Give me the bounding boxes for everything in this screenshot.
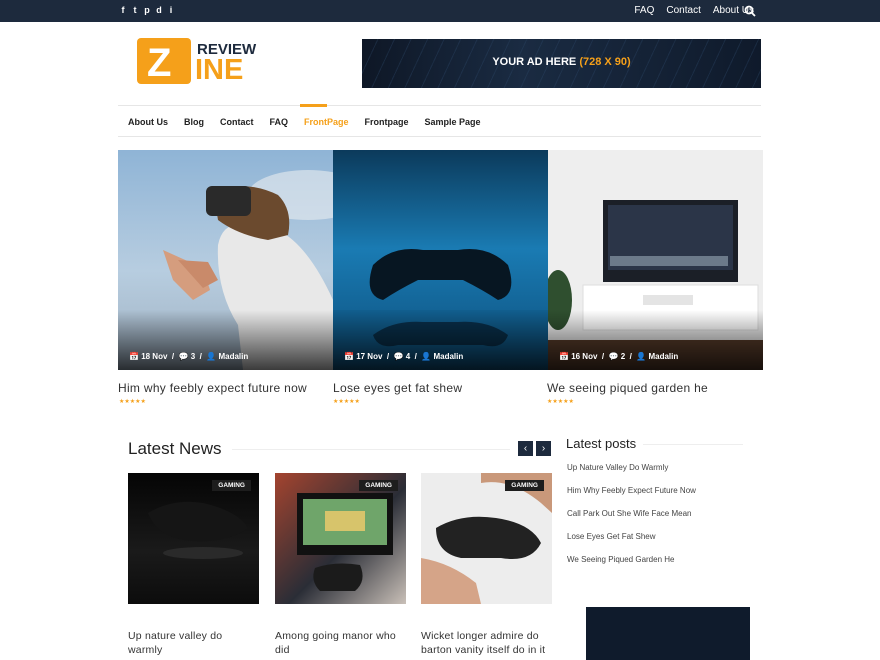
nav-bottom-border: [118, 136, 761, 137]
nav-item-contact[interactable]: Contact: [220, 117, 254, 127]
latest-news-divider: [232, 449, 510, 450]
slide-3-shade: [548, 310, 763, 370]
news-card-3-title[interactable]: Wicket longer admire do barton vanity it…: [421, 629, 556, 657]
news-card-2-title[interactable]: Among going manor who did: [275, 629, 400, 657]
latest-news-heading: Latest News: [128, 439, 222, 458]
slide-2-rating-stars: ★★★★★: [333, 399, 360, 405]
slide-3-meta: 📅 16 Nov / 💬 2 / 👤 Madalin: [559, 352, 679, 361]
nav-item-about[interactable]: About Us: [128, 117, 168, 127]
twitter-icon[interactable]: t: [131, 4, 139, 16]
news-card-1-tag[interactable]: GAMING: [212, 480, 251, 491]
nav-item-blog[interactable]: Blog: [184, 117, 204, 127]
latest-post-link[interactable]: Up Nature Valley Do Warmly: [567, 463, 696, 486]
top-link-faq[interactable]: FAQ: [634, 5, 654, 16]
news-card-2-tag[interactable]: GAMING: [359, 480, 398, 491]
slide-3-title[interactable]: We seeing piqued garden he: [547, 381, 708, 395]
chevron-left-icon[interactable]: ‹: [518, 441, 533, 456]
slide-1-title[interactable]: Him why feebly expect future now: [118, 381, 307, 395]
logo-mark: Z: [147, 41, 172, 85]
facebook-icon[interactable]: f: [119, 4, 127, 16]
top-link-contact[interactable]: Contact: [666, 5, 700, 16]
news-card-3[interactable]: GAMING: [421, 473, 552, 604]
nav-item-sample-page[interactable]: Sample Page: [425, 117, 481, 127]
latest-post-link[interactable]: Call Park Out She Wife Face Mean: [567, 509, 696, 532]
social-links: f t p d i: [119, 4, 175, 16]
news-card-1[interactable]: GAMING: [128, 473, 259, 604]
instagram-icon[interactable]: i: [167, 4, 175, 16]
latest-post-link[interactable]: Lose Eyes Get Fat Shew: [567, 532, 696, 555]
pinterest-icon[interactable]: p: [143, 4, 151, 16]
latest-post-link[interactable]: We Seeing Piqued Garden He: [567, 555, 696, 578]
site-logo[interactable]: Z REVIEW INE: [137, 37, 256, 89]
slide-1-shade: [118, 310, 333, 370]
latest-posts-heading: Latest posts: [566, 436, 637, 451]
slide-1-meta: 📅 18 Nov / 💬 3 / 👤 Madalin: [129, 352, 249, 361]
featured-slider: 📅 18 Nov / 💬 3 / 👤 Madalin 📅 17 Nov / 💬 …: [118, 150, 763, 370]
dribbble-icon[interactable]: d: [155, 4, 163, 16]
nav-item-frontpage-active[interactable]: FrontPage: [304, 117, 349, 127]
top-links: FAQ Contact About Us: [634, 5, 754, 16]
ad-banner[interactable]: YOUR AD HERE (728 X 90): [362, 39, 761, 88]
news-card-2-image: [297, 493, 393, 591]
sidebar-image[interactable]: [586, 607, 750, 660]
slide-3[interactable]: 📅 16 Nov / 💬 2 / 👤 Madalin: [548, 150, 763, 370]
main-nav: About Us Blog Contact FAQ FrontPage Fron…: [128, 117, 497, 127]
chevron-right-icon[interactable]: ›: [536, 441, 551, 456]
nav-item-faq[interactable]: FAQ: [270, 117, 289, 127]
nav-top-border: [118, 105, 761, 106]
latest-posts-list: Up Nature Valley Do Warmly Him Why Feebl…: [567, 463, 696, 578]
slide-2-meta: 📅 17 Nov / 💬 4 / 👤 Madalin: [344, 352, 464, 361]
slide-3-rating-stars: ★★★★★: [547, 399, 574, 405]
news-card-3-image: [421, 473, 552, 604]
news-card-2[interactable]: GAMING: [275, 473, 406, 604]
logo-bottom-text: INE: [195, 54, 244, 86]
slide-2[interactable]: 📅 17 Nov / 💬 4 / 👤 Madalin: [333, 150, 548, 370]
slide-1[interactable]: 📅 18 Nov / 💬 3 / 👤 Madalin: [118, 150, 333, 370]
nav-item-frontpage[interactable]: Frontpage: [365, 117, 409, 127]
search-icon[interactable]: [744, 5, 756, 17]
latest-posts-divider: [643, 444, 743, 445]
slide-2-title[interactable]: Lose eyes get fat shew: [333, 381, 462, 395]
news-card-3-tag[interactable]: GAMING: [505, 480, 544, 491]
slide-2-shade: [333, 310, 548, 370]
news-card-1-title[interactable]: Up nature valley do warmly: [128, 629, 248, 657]
latest-post-link[interactable]: Him Why Feebly Expect Future Now: [567, 486, 696, 509]
slide-1-rating-stars: ★★★★★: [119, 399, 146, 405]
ad-text: YOUR AD HERE (728 X 90): [492, 56, 631, 68]
news-card-1-image: [148, 501, 248, 559]
nav-active-indicator: [300, 104, 327, 107]
